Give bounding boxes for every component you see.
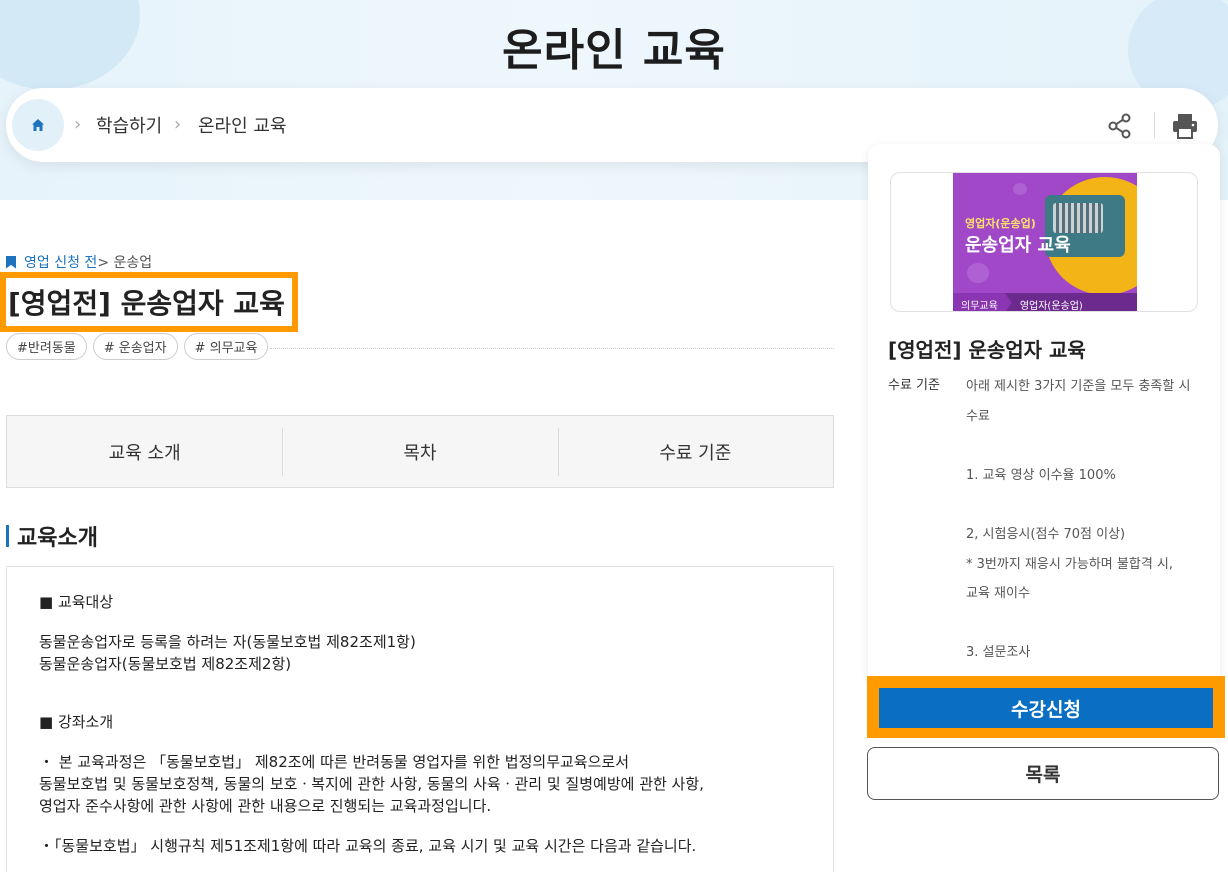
chevron-right-icon: › [174,114,182,135]
bookmark-icon [6,255,16,269]
divider [1154,112,1155,138]
lecture-line: 동물보호법 및 동물보호정책, 동물의 보호ㆍ복지에 관한 사항, 동물의 사육… [39,775,704,793]
divider [270,348,834,349]
heading-accent [6,525,9,547]
thumb-subtitle: 영업자(운송업) [965,217,1036,230]
tab-contents[interactable]: 목차 [282,416,557,487]
course-title: [영업전] 운송업자 교육 [8,287,285,320]
apply-highlight: 수강신청 [867,676,1225,738]
criteria-line [966,431,1202,461]
print-button[interactable] [1170,112,1200,140]
criteria-line [966,609,1202,639]
criteria-label: 수료 기준 [888,378,940,393]
home-button[interactable] [12,99,64,151]
course-thumbnail: 영업자(운송업) 운송업자 교육 의무교육 영업자(운송업) [953,173,1137,312]
category-link[interactable]: 영업 신청 전 [24,252,97,272]
criteria-line: 수료 [966,408,990,424]
section-title: 교육소개 [17,526,98,551]
list-button[interactable]: 목록 [867,747,1219,800]
side-course-title: [영업전] 운송업자 교육 [888,338,1086,362]
thumb-tag: 영업자(운송업) [1019,301,1083,312]
tag-item[interactable]: # 의무교육 [183,333,269,360]
lecture-line: ・ 본 교육과정은 「동물보호법」 제82조에 따른 반려동물 영업자를 위한 … [39,753,630,771]
breadcrumb-item-learn[interactable]: 학습하기 [96,112,162,138]
paw-icon [1013,183,1027,195]
criteria-line: 2, 시험응시(점수 70점 이상) [966,526,1126,542]
criteria-line [966,490,1202,520]
intro-content: ■ 교육대상 동물운송업자로 등록을 하려는 자(동물보호법 제82조제1항) … [6,566,834,872]
share-icon [1108,113,1131,139]
criteria-line: 아래 제시한 3가지 기준을 모두 충족할 시 [966,379,1191,394]
home-icon [32,119,44,131]
tag-list: #반려동물 # 운송업자 # 의무교육 [6,333,269,360]
lecture-heading: ■ 강좌소개 [39,713,114,731]
criteria-line: 1. 교육 영상 이수율 100% [966,467,1116,483]
breadcrumb-item-online[interactable]: 온라인 교육 [198,112,287,138]
lecture-line: 영업자 준수사항에 관한 사항에 관한 내용으로 진행되는 교육과정입니다. [39,797,492,815]
page-title: 온라인 교육 [502,25,726,76]
section-heading: 교육소개 [6,520,98,552]
criteria-line: 교육 재이수 [966,586,1030,602]
share-button[interactable] [1106,112,1134,140]
course-title-highlight: [영업전] 운송업자 교육 [0,272,298,332]
target-line: 동물운송업자로 등록을 하려는 자(동물보호법 제82조제1항) [39,633,416,651]
course-summary-panel: 영업자(운송업) 운송업자 교육 의무교육 영업자(운송업) [영업전] 운송업… [868,144,1220,684]
content-tabs: 교육 소개 목차 수료 기준 [6,415,834,488]
tab-criteria[interactable]: 수료 기준 [557,416,833,487]
tag-item[interactable]: #반려동물 [6,333,87,360]
print-icon [1173,114,1197,139]
tag-item[interactable]: # 운송업자 [92,333,178,360]
target-line: 동물운송업자(동물보호법 제82조제2항) [39,655,292,673]
thumb-title: 운송업자 교육 [965,235,1071,256]
thumb-tag: 의무교육 [953,293,1012,311]
criteria-line: 3. 설문조사 [966,645,1031,661]
category-sub: > 운송업 [97,255,153,271]
apply-button[interactable]: 수강신청 [879,688,1213,728]
thumbnail-frame: 영업자(운송업) 운송업자 교육 의무교육 영업자(운송업) [890,172,1198,312]
paw-icon [967,263,989,283]
tab-intro[interactable]: 교육 소개 [7,416,282,487]
chevron-right-icon: › [74,114,82,135]
target-heading: ■ 교육대상 [39,593,114,611]
category-breadcrumb: 영업 신청 전 > 운송업 [6,252,152,272]
criteria-line: * 3번까지 재응시 가능하며 불합격 시, [966,556,1174,572]
criteria-text: 아래 제시한 3가지 기준을 모두 충족할 시 수료 1. 교육 영상 이수율 … [966,372,1202,668]
rule-line: ・「동물보호법」 시행규칙 제51조제1항에 따라 교육의 종료, 교육 시기 … [39,837,697,855]
